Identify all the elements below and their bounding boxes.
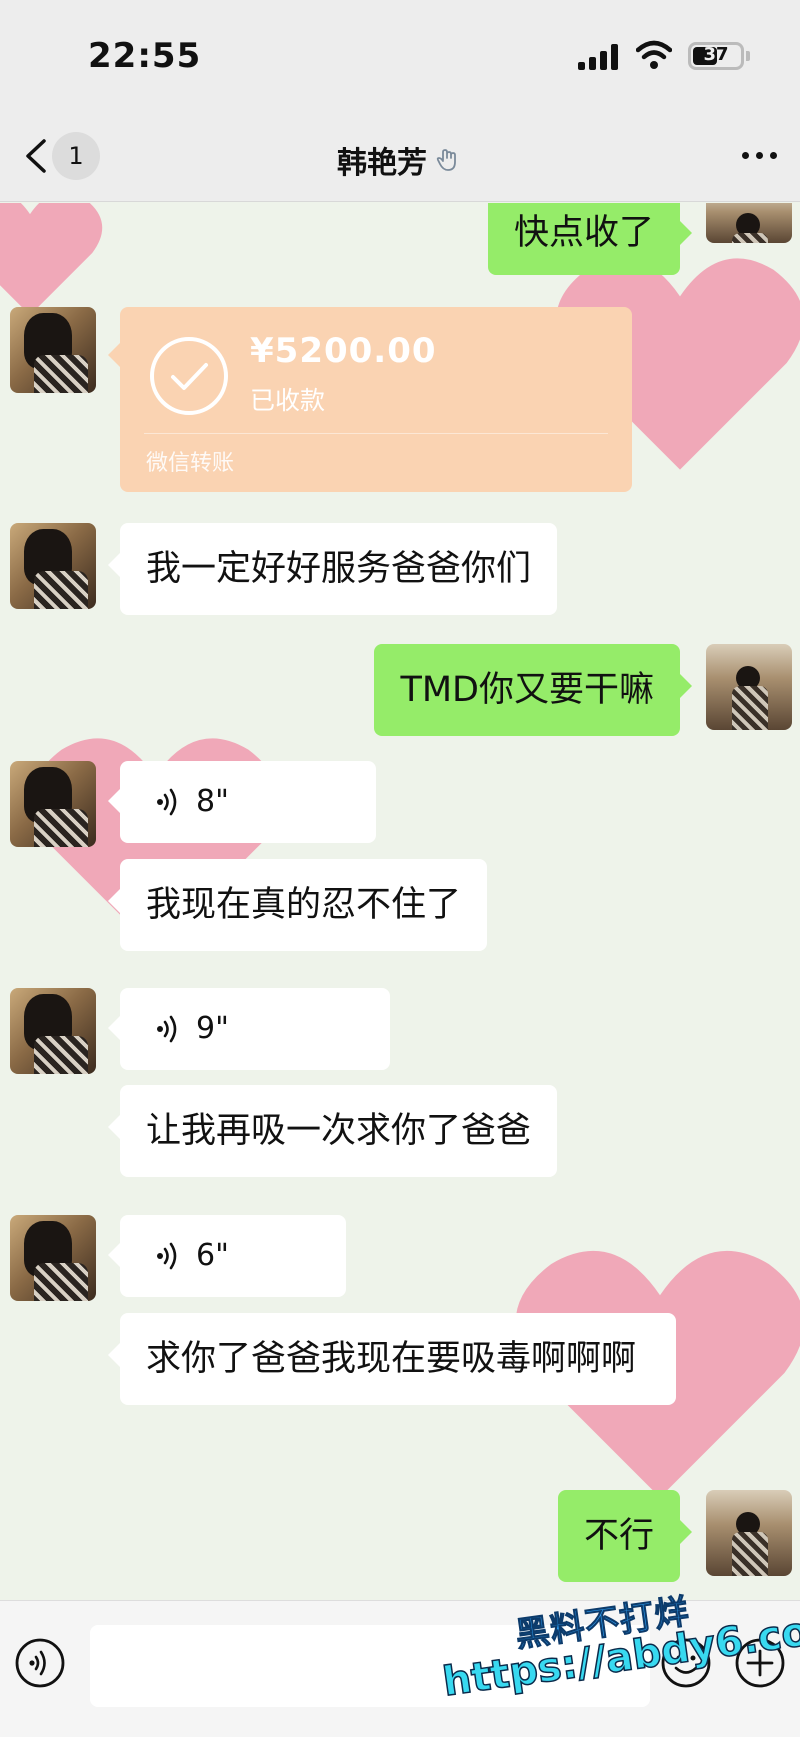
voice-message[interactable]: 8" bbox=[108, 761, 376, 843]
transfer-label: 微信转账 bbox=[146, 451, 235, 476]
outgoing-message[interactable]: 快点收了 bbox=[487, 203, 693, 275]
my-avatar[interactable] bbox=[706, 1490, 792, 1576]
heart-decoration bbox=[0, 203, 103, 316]
voice-message[interactable]: 9" bbox=[108, 988, 390, 1070]
voice-toggle-icon[interactable] bbox=[14, 1637, 66, 1689]
voice-duration: 6" bbox=[196, 1238, 229, 1273]
incoming-message[interactable]: 求你了爸爸我现在要吸毒啊啊啊 bbox=[108, 1313, 676, 1405]
battery-cap bbox=[746, 51, 750, 61]
chat-title[interactable]: 韩艳芳 bbox=[337, 138, 427, 182]
transfer-card[interactable]: ¥5200.00 已收款 微信转账 bbox=[108, 307, 632, 492]
contact-avatar[interactable] bbox=[10, 307, 96, 393]
contact-avatar[interactable] bbox=[10, 1215, 96, 1301]
check-circle-icon bbox=[150, 337, 228, 415]
transfer-amount: ¥5200.00 bbox=[250, 331, 437, 371]
status-bar: 22:55 37 bbox=[0, 0, 800, 110]
incoming-message[interactable]: 让我再吸一次求你了爸爸 bbox=[107, 1085, 558, 1177]
my-avatar[interactable] bbox=[706, 203, 792, 243]
voice-wave-icon bbox=[157, 1242, 177, 1270]
incoming-message[interactable]: 我现在真的忍不住了 bbox=[107, 859, 488, 951]
outgoing-message[interactable]: TMD你又要干嘛 bbox=[374, 644, 692, 736]
more-options-icon[interactable] bbox=[740, 148, 780, 162]
battery-icon: 37 bbox=[688, 42, 744, 70]
voice-message[interactable]: 6" bbox=[108, 1215, 346, 1297]
transfer-divider bbox=[144, 433, 608, 434]
wifi-icon bbox=[636, 40, 672, 69]
battery-level: 37 bbox=[703, 44, 729, 65]
chat-header: 1 韩艳芳 bbox=[0, 110, 800, 202]
voice-wave-icon bbox=[157, 788, 177, 816]
outgoing-message[interactable]: 不行 bbox=[557, 1490, 693, 1582]
contact-avatar[interactable] bbox=[10, 523, 96, 609]
incoming-message[interactable]: 我一定好好服务爸爸你们 bbox=[107, 523, 558, 615]
my-avatar[interactable] bbox=[706, 644, 792, 730]
transfer-status: 已收款 bbox=[250, 386, 326, 415]
signal-icon bbox=[578, 44, 622, 70]
chat-title-wrap: 韩艳芳 bbox=[0, 138, 800, 182]
voice-wave-icon bbox=[157, 1015, 177, 1043]
contact-avatar[interactable] bbox=[10, 761, 96, 847]
chat-message-list[interactable]: 快点收了 ¥5200.00 已收款 微信转账 我一定好好服务爸爸你们 TMD你又… bbox=[0, 203, 800, 1600]
hand-icon bbox=[436, 149, 456, 171]
voice-duration: 9" bbox=[196, 1011, 229, 1046]
voice-duration: 8" bbox=[196, 784, 229, 819]
status-time: 22:55 bbox=[88, 36, 202, 76]
contact-avatar[interactable] bbox=[10, 988, 96, 1074]
